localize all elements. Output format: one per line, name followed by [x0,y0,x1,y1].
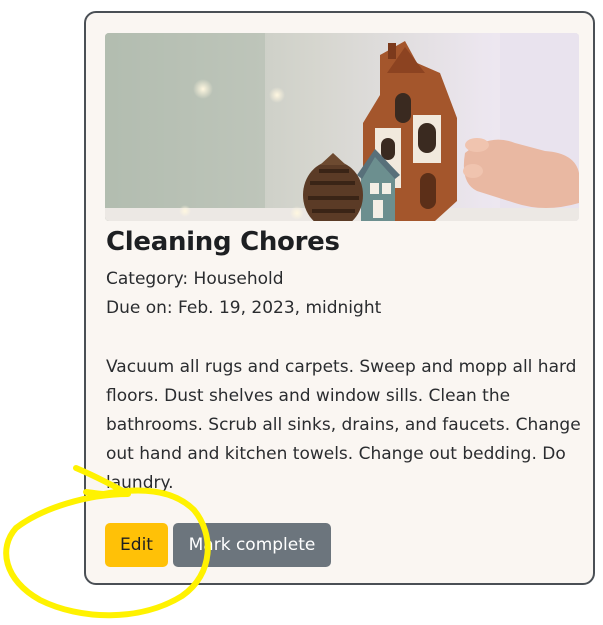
category-label: Category: Household [106,269,284,289]
chore-card: Cleaning Chores Category: Household Due … [84,11,595,585]
due-date-label: Due on: Feb. 19, 2023, midnight [106,298,382,318]
card-image [105,33,579,221]
mark-complete-button[interactable]: Mark complete [173,523,331,567]
card-title: Cleaning Chores [106,227,340,257]
edit-button[interactable]: Edit [105,523,168,567]
chore-description: Vacuum all rugs and carpets. Sweep and m… [106,357,581,493]
page: Cleaning Chores Category: Household Due … [0,0,603,625]
